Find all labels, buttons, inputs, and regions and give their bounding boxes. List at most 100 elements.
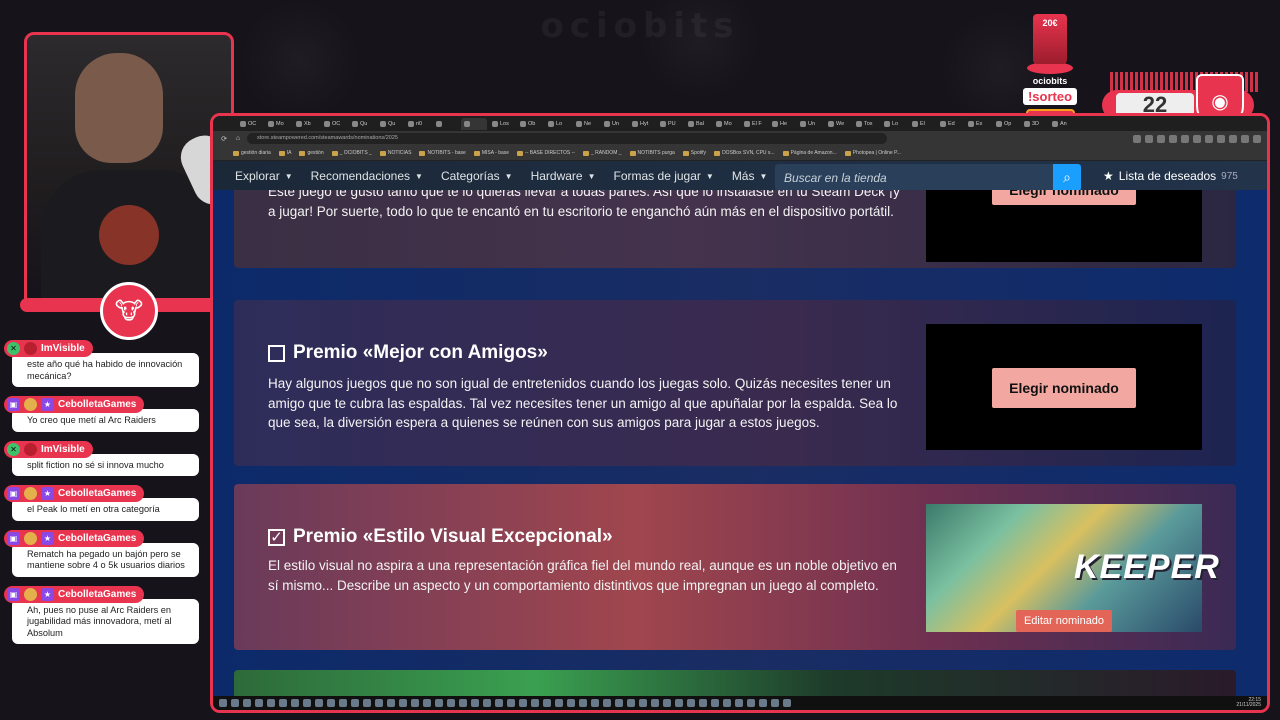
browser-tab[interactable]: OC [237, 118, 263, 130]
browser-tab[interactable]: PU [657, 118, 683, 130]
taskbar-app-icon[interactable] [219, 699, 227, 707]
home-icon[interactable]: ⌂ [233, 135, 243, 142]
extension-icon[interactable] [1169, 134, 1177, 143]
taskbar-app-icon[interactable] [747, 699, 755, 707]
taskbar-app-icon[interactable] [255, 699, 263, 707]
reload-icon[interactable]: ⟳ [219, 135, 229, 143]
browser-tab[interactable]: He [769, 118, 795, 130]
taskbar-app-icon[interactable] [411, 699, 419, 707]
taskbar-app-icon[interactable] [327, 699, 335, 707]
taskbar-app-icon[interactable] [399, 699, 407, 707]
browser-tab[interactable]: Ob [517, 118, 543, 130]
browser-tab[interactable]: Bal [685, 118, 711, 130]
bookmark-item[interactable]: Página de Amazon... [783, 150, 837, 156]
taskbar-app-icon[interactable] [555, 699, 563, 707]
taskbar-app-icon[interactable] [483, 699, 491, 707]
taskbar-app-icon[interactable] [711, 699, 719, 707]
taskbar-app-icon[interactable] [579, 699, 587, 707]
taskbar-app-icon[interactable] [567, 699, 575, 707]
taskbar-app-icon[interactable] [351, 699, 359, 707]
bookmark-item[interactable]: -- BASE DIRECTOS -- [517, 150, 575, 156]
browser-tab[interactable]: Lo [881, 118, 907, 130]
browser-tab[interactable] [433, 118, 459, 130]
nav-explorar[interactable]: Explorar ▼ [235, 169, 293, 183]
choose-nominee-button[interactable]: Elegir nominado [992, 190, 1136, 205]
taskbar-app-icon[interactable] [615, 699, 623, 707]
wishlist-link[interactable]: ★ Lista de deseados 975 [1103, 169, 1238, 183]
taskbar-app-icon[interactable] [339, 699, 347, 707]
taskbar-app-icon[interactable] [687, 699, 695, 707]
browser-tab[interactable]: Hyt [629, 118, 655, 130]
bookmark-item[interactable]: _ OCIOBITS _ [332, 150, 372, 156]
bookmark-item[interactable]: NOTIBITS - base [419, 150, 465, 156]
bookmark-item[interactable]: IA [279, 150, 292, 156]
url-bar[interactable]: store.steampowered.com/steamawards/nomin… [247, 133, 887, 144]
menu-icon[interactable] [1253, 134, 1261, 143]
nav-hardware[interactable]: Hardware ▼ [531, 169, 596, 183]
extension-icon[interactable] [1217, 134, 1225, 143]
browser-tab[interactable]: El F [741, 118, 767, 130]
bookmark-item[interactable]: Spotify [683, 150, 706, 156]
nav-categorias[interactable]: Categorías ▼ [441, 169, 513, 183]
taskbar-app-icon[interactable] [675, 699, 683, 707]
taskbar-app-icon[interactable] [495, 699, 503, 707]
bookmark-item[interactable]: DOSBox SVN, CPU s... [714, 150, 775, 156]
choose-nominee-button[interactable]: Elegir nominado [992, 368, 1136, 408]
browser-tab[interactable]: We [825, 118, 851, 130]
extension-icon[interactable] [1157, 134, 1165, 143]
browser-tab[interactable]: Xb [293, 118, 319, 130]
taskbar-app-icon[interactable] [627, 699, 635, 707]
browser-tab[interactable]: Los [489, 118, 515, 130]
browser-tab[interactable]: El [909, 118, 935, 130]
taskbar-app-icon[interactable] [519, 699, 527, 707]
taskbar-app-icon[interactable] [459, 699, 467, 707]
taskbar-app-icon[interactable] [699, 699, 707, 707]
bookmark-item[interactable]: Photopea | Online P... [845, 150, 901, 156]
taskbar-app-icon[interactable] [291, 699, 299, 707]
browser-tab[interactable]: Qu [349, 118, 375, 130]
extension-icon[interactable] [1133, 134, 1141, 143]
bookmark-item[interactable]: gestión [299, 150, 323, 156]
taskbar-app-icon[interactable] [651, 699, 659, 707]
browser-tab[interactable]: An [1049, 118, 1075, 130]
browser-tab[interactable]: Mo [265, 118, 291, 130]
taskbar-app-icon[interactable] [447, 699, 455, 707]
search-input[interactable] [775, 163, 1053, 192]
extension-icon[interactable] [1145, 134, 1153, 143]
browser-tab[interactable]: ri0 [405, 118, 431, 130]
taskbar-app-icon[interactable] [771, 699, 779, 707]
award-checkbox-checked[interactable]: ✓ [268, 528, 285, 546]
browser-tab[interactable] [461, 117, 487, 130]
taskbar-app-icon[interactable] [591, 699, 599, 707]
taskbar-app-icon[interactable] [531, 699, 539, 707]
taskbar-app-icon[interactable] [723, 699, 731, 707]
taskbar-app-icon[interactable] [423, 699, 431, 707]
taskbar-app-icon[interactable] [663, 699, 671, 707]
taskbar-app-icon[interactable] [639, 699, 647, 707]
browser-tab[interactable]: Qu [377, 118, 403, 130]
bookmark-item[interactable]: MISA - base [474, 150, 509, 156]
taskbar-app-icon[interactable] [507, 699, 515, 707]
extension-icon[interactable] [1205, 134, 1213, 143]
taskbar-app-icon[interactable] [315, 699, 323, 707]
browser-tab[interactable]: Ex [965, 118, 991, 130]
browser-tab[interactable]: OC [321, 118, 347, 130]
browser-tab[interactable]: Tox [853, 118, 879, 130]
bookmark-item[interactable]: NOTIBITS purga [630, 150, 675, 156]
taskbar-app-icon[interactable] [279, 699, 287, 707]
taskbar-app-icon[interactable] [783, 699, 791, 707]
browser-tab[interactable]: Un [601, 118, 627, 130]
taskbar-app-icon[interactable] [759, 699, 767, 707]
edit-nominee-button[interactable]: Editar nominado [1016, 610, 1112, 632]
browser-tab[interactable]: 3D [1021, 118, 1047, 130]
bookmark-item[interactable]: NOTICIAS [380, 150, 412, 156]
extension-icon[interactable] [1229, 134, 1237, 143]
nav-recomendaciones[interactable]: Recomendaciones ▼ [311, 169, 423, 183]
taskbar-app-icon[interactable] [603, 699, 611, 707]
bookmark-item[interactable]: _ RANDOM _ [583, 150, 622, 156]
taskbar-app-icon[interactable] [387, 699, 395, 707]
extension-icon[interactable] [1193, 134, 1201, 143]
award-checkbox[interactable] [268, 344, 285, 362]
browser-tab[interactable]: Un [797, 118, 823, 130]
taskbar-app-icon[interactable] [231, 699, 239, 707]
